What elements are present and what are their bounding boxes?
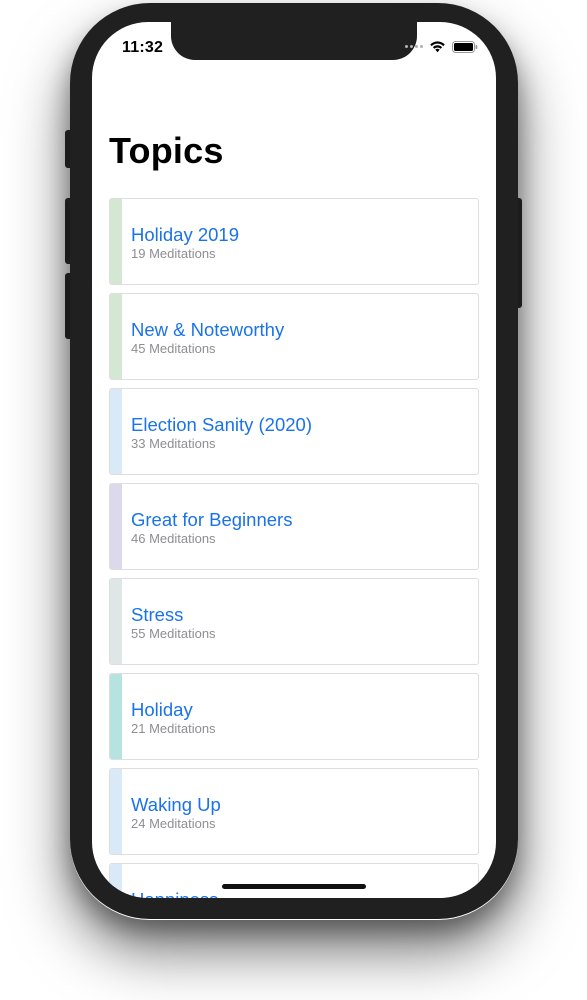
topic-card[interactable]: Waking Up 24 Meditations: [109, 768, 479, 855]
topic-meditation-count: 19 Meditations: [131, 246, 216, 261]
topic-meditation-count: 24 Meditations: [131, 816, 216, 831]
topic-meditation-count: 55 Meditations: [131, 626, 216, 641]
topic-card[interactable]: Holiday 21 Meditations: [109, 673, 479, 760]
stage: 11:32 Topics Holiday 2019 19 Meditations…: [0, 0, 587, 1000]
topic-title: Happiness: [131, 889, 218, 898]
status-icons: [405, 40, 478, 53]
topic-accent-bar: [110, 579, 122, 664]
signal-dots-icon: [405, 45, 423, 48]
topic-title: Election Sanity (2020): [131, 414, 312, 435]
topic-card[interactable]: Stress 55 Meditations: [109, 578, 479, 665]
topic-card[interactable]: New & Noteworthy 45 Meditations: [109, 293, 479, 380]
topic-accent-bar: [110, 389, 122, 474]
topic-title: New & Noteworthy: [131, 319, 285, 340]
topic-title: Holiday 2019: [131, 224, 239, 245]
topic-card[interactable]: Great for Beginners 46 Meditations: [109, 483, 479, 570]
topic-card[interactable]: Holiday 2019 19 Meditations: [109, 198, 479, 285]
notch: [171, 22, 417, 60]
topic-accent-bar: [110, 484, 122, 569]
topic-meditation-count: 21 Meditations: [131, 721, 216, 736]
topic-accent-bar: [110, 199, 122, 284]
topic-accent-bar: [110, 294, 122, 379]
home-indicator[interactable]: [222, 884, 366, 889]
topic-title: Great for Beginners: [131, 509, 293, 530]
topic-title: Holiday: [131, 699, 193, 720]
topic-list: Holiday 2019 19 Meditations New & Notewo…: [109, 198, 479, 898]
topic-accent-bar: [110, 864, 122, 898]
topic-meditation-count: 45 Meditations: [131, 341, 216, 356]
topic-meditation-count: 46 Meditations: [131, 531, 216, 546]
topic-card[interactable]: Happiness: [109, 863, 479, 898]
page-title: Topics: [109, 130, 224, 171]
wifi-icon: [429, 40, 446, 53]
topic-title: Stress: [131, 604, 184, 625]
topic-accent-bar: [110, 674, 122, 759]
phone-screen: 11:32 Topics Holiday 2019 19 Meditations…: [92, 22, 496, 898]
status-time: 11:32: [122, 39, 164, 56]
topic-accent-bar: [110, 769, 122, 854]
battery-icon: [452, 40, 478, 53]
topic-title: Waking Up: [131, 794, 221, 815]
topic-card[interactable]: Election Sanity (2020) 33 Meditations: [109, 388, 479, 475]
topic-meditation-count: 33 Meditations: [131, 436, 216, 451]
